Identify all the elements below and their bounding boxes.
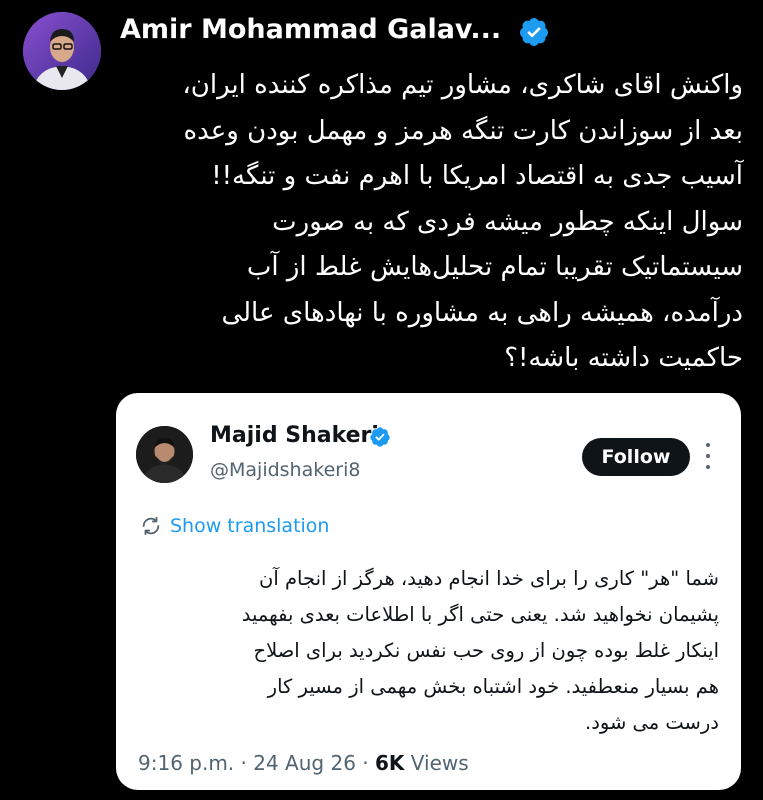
more-options-icon[interactable] (703, 443, 713, 469)
follow-button[interactable]: Follow (582, 438, 690, 476)
quoted-author-avatar[interactable] (136, 426, 193, 483)
verified-badge-icon (519, 18, 548, 46)
tweet-time[interactable]: 9:16 p.m. (138, 751, 234, 775)
quoted-tweet-card[interactable]: Majid Shakeri @Majidshakeri8 Follow Show… (116, 393, 741, 790)
tweet-meta: 9:16 p.m. · 24 Aug 26 · 6K Views (138, 751, 469, 775)
quoted-tweet-text: شما "هر" کاری را برای خدا انجام دهید، هر… (139, 561, 719, 741)
quoted-author-handle[interactable]: @Majidshakeri8 (210, 459, 360, 481)
tweet-text-line: واکنش اقای شاکری، مشاور تیم مذاکره کننده… (182, 70, 743, 100)
tweet-text-line: سیستماتیک تقریبا تمام تحلیل‌هایش غلط از … (246, 252, 743, 282)
tweet-text-line: درآمده، همیشه راهی به مشاوره با نهادهای … (221, 297, 743, 328)
verified-badge-icon (370, 427, 390, 447)
quoted-text-line: پشیمان نخواهید شد. یعنی حتی اگر با اطلاع… (241, 603, 719, 626)
tweet-text: واکنش اقای شاکری، مشاور تیم مذاکره کننده… (103, 63, 743, 382)
author-name[interactable]: Amir Mohammad Galav... (120, 14, 501, 45)
translate-icon (142, 516, 160, 536)
meta-separator: · (240, 751, 254, 775)
views-label: Views (410, 751, 469, 775)
tweet-text-line: حاکمیت داشته باشه!؟ (504, 343, 743, 373)
views-count: 6K (375, 751, 405, 775)
show-translation-link[interactable]: Show translation (140, 515, 329, 537)
quoted-text-line: درست می شود. (585, 711, 719, 734)
quoted-author-name[interactable]: Majid Shakeri (210, 423, 379, 448)
author-avatar[interactable] (23, 12, 101, 90)
show-translation-label[interactable]: Show translation (170, 515, 329, 537)
quoted-text-line: اینکار غلط بوده چون از روی حب نفس نکردید… (253, 639, 719, 662)
tweet-text-line: سوال اینکه چطور میشه فردی که به صورت (272, 206, 743, 237)
tweet-text-line: بعد از سوزاندن کارت تنگه هرمز و مهمل بود… (183, 115, 743, 146)
meta-separator: · (362, 751, 375, 775)
tweet-text-line: آسیب جدی به اقتصاد امریکا با اهرم نفت و … (211, 161, 743, 191)
quoted-text-line: شما "هر" کاری را برای خدا انجام دهید، هر… (259, 567, 719, 590)
quoted-text-line: هم بسیار منعطفید. خود اشتباه بخش مهمی از… (267, 675, 719, 698)
tweet-date[interactable]: 24 Aug 26 (253, 751, 356, 775)
